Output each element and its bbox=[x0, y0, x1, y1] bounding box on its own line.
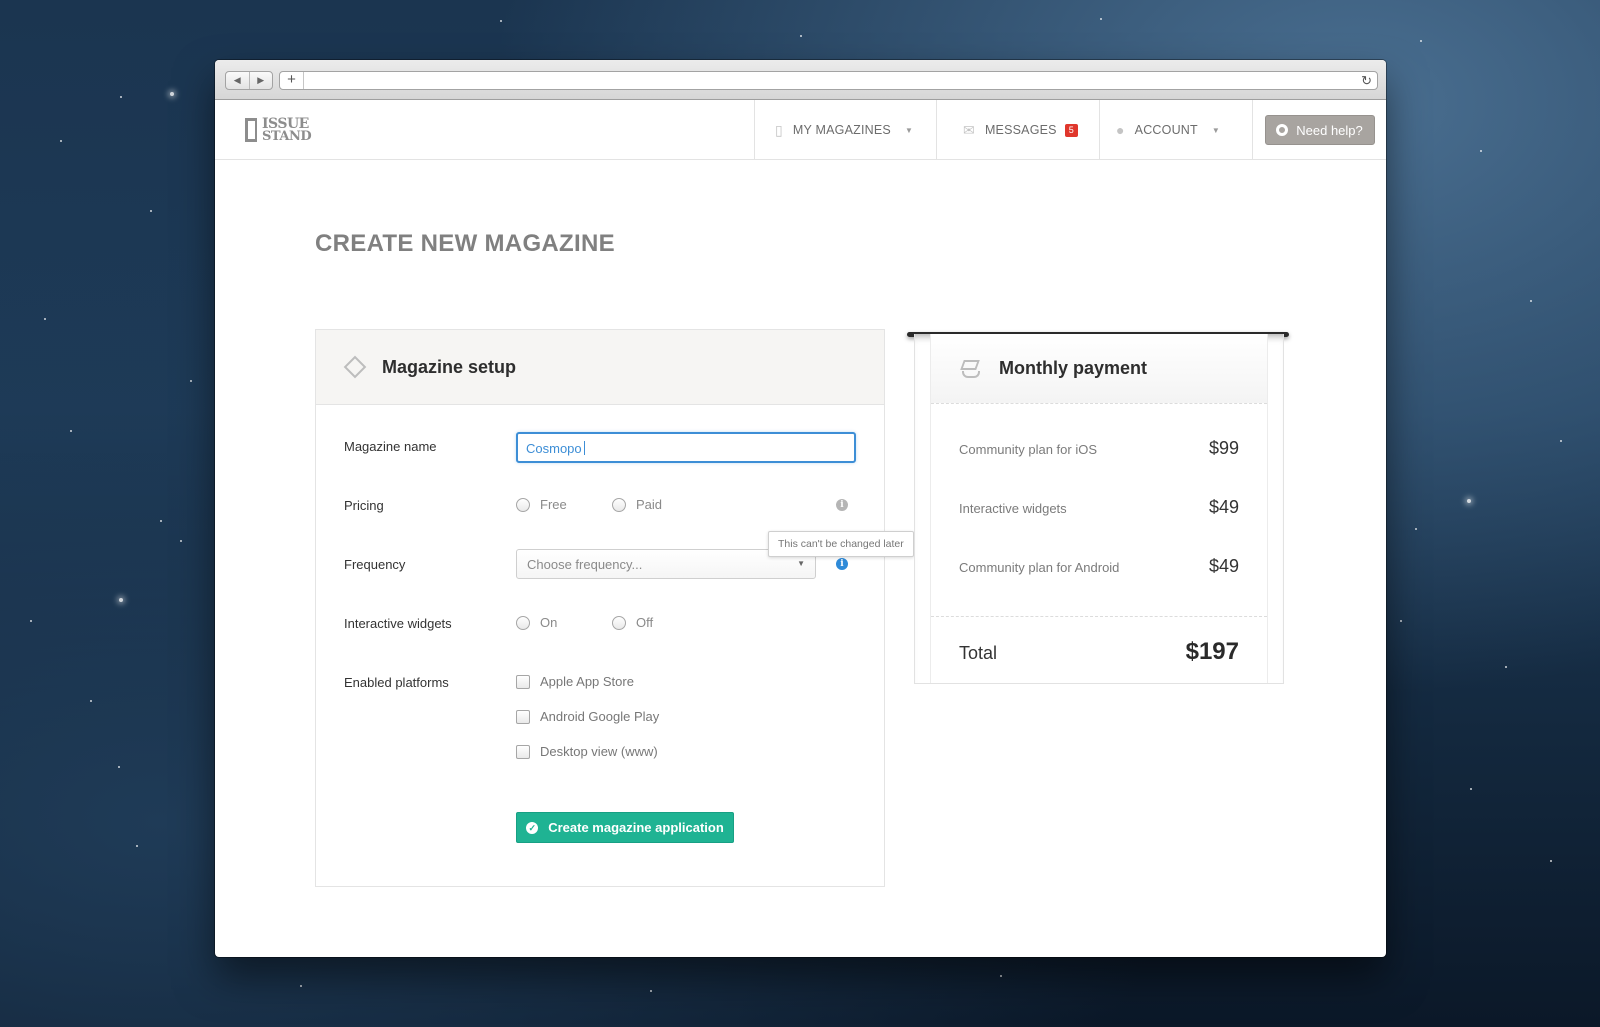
issuestand-logo[interactable]: ISSUE STAND bbox=[245, 116, 319, 144]
pricing-paid-label: Paid bbox=[636, 497, 663, 512]
widgets-on-radio[interactable]: On bbox=[516, 615, 557, 630]
text-cursor bbox=[583, 441, 585, 455]
frequency-info-icon[interactable]: i bbox=[836, 558, 848, 570]
pricing-free-radio[interactable]: Free bbox=[516, 497, 567, 512]
interactive-widgets-label: Interactive widgets bbox=[344, 616, 452, 631]
need-help-label: Need help? bbox=[1296, 122, 1363, 138]
setup-panel-title: Magazine setup bbox=[382, 356, 517, 377]
pricing-paid-radio[interactable]: Paid bbox=[612, 497, 662, 512]
new-tab-icon[interactable]: + bbox=[280, 72, 304, 89]
user-icon: ● bbox=[1116, 122, 1125, 138]
envelope-icon: ✉ bbox=[963, 121, 975, 138]
pricing-free-label: Free bbox=[540, 497, 567, 512]
nav-account-label: ACCOUNT bbox=[1134, 123, 1198, 137]
lifebuoy-icon bbox=[1276, 124, 1289, 136]
widgets-on-label: On bbox=[540, 615, 558, 630]
app-header: ISSUE STAND ▯ MY MAGAZINES ▼ ✉ MESSAGES … bbox=[215, 100, 1386, 160]
page-title: CREATE NEW MAGAZINE bbox=[315, 230, 615, 257]
tag-icon bbox=[343, 355, 367, 379]
platform-apple-label: Apple App Store bbox=[540, 674, 634, 689]
pricing-label: Pricing bbox=[344, 498, 384, 513]
browser-window: ◀ ▶ + ↻ ISSUE STAND ▯ MY MAGAZINES ▼ ✉ M… bbox=[215, 60, 1386, 957]
back-arrow-icon[interactable]: ◀ bbox=[226, 72, 249, 89]
payment-total-row: Total $197 bbox=[959, 638, 1239, 666]
forward-arrow-icon[interactable]: ▶ bbox=[248, 72, 273, 89]
payment-total-amount: $197 bbox=[1185, 638, 1239, 665]
create-magazine-label: Create magazine application bbox=[548, 820, 724, 835]
payment-item-label: Interactive widgets bbox=[959, 501, 1067, 516]
frequency-label: Frequency bbox=[344, 557, 406, 572]
total-divider bbox=[931, 616, 1267, 617]
platform-apple-checkbox[interactable]: Apple App Store bbox=[516, 674, 659, 689]
magazine-name-field[interactable]: Cosmopo bbox=[516, 432, 856, 463]
platform-desktop-checkbox[interactable]: Desktop view (www) bbox=[516, 744, 659, 759]
payment-line-item: Interactive widgets $49 bbox=[959, 497, 1239, 518]
need-help-button[interactable]: Need help? bbox=[1264, 115, 1375, 145]
widgets-off-radio[interactable]: Off bbox=[612, 615, 653, 630]
nav-messages-label: MESSAGES bbox=[984, 123, 1057, 137]
top-navigation: ▯ MY MAGAZINES ▼ ✉ MESSAGES 5 ● ACCOUNT … bbox=[754, 100, 1386, 160]
history-buttons: ◀ ▶ bbox=[225, 71, 273, 90]
check-circle-icon: ✓ bbox=[526, 821, 539, 834]
logo-mark-icon bbox=[245, 118, 257, 142]
magazine-name-input[interactable]: Cosmopo bbox=[516, 432, 856, 463]
address-bar[interactable]: + ↻ bbox=[279, 71, 1378, 90]
payment-item-amount: $49 bbox=[1208, 556, 1239, 576]
nav-my-magazines-label: MY MAGAZINES bbox=[792, 123, 891, 137]
help-container: Need help? bbox=[1252, 100, 1386, 160]
widgets-off-label: Off bbox=[636, 615, 654, 630]
payment-item-amount: $99 bbox=[1208, 438, 1239, 458]
payment-panel-header: Monthly payment bbox=[931, 334, 1267, 404]
payment-panel-title: Monthly payment bbox=[999, 358, 1148, 378]
payment-item-amount: $49 bbox=[1208, 497, 1239, 517]
payment-item-label: Community plan for iOS bbox=[959, 442, 1097, 457]
nav-my-magazines[interactable]: ▯ MY MAGAZINES ▼ bbox=[754, 100, 936, 160]
pricing-options: Free Paid i bbox=[516, 497, 856, 517]
magazine-name-value: Cosmopo bbox=[526, 441, 582, 456]
nav-messages[interactable]: ✉ MESSAGES 5 bbox=[936, 100, 1099, 160]
chevron-down-icon: ▼ bbox=[1211, 125, 1220, 135]
payment-item-label: Community plan for Android bbox=[959, 560, 1120, 575]
platform-android-label: Android Google Play bbox=[540, 709, 660, 724]
graduation-cap-icon bbox=[959, 359, 983, 379]
enabled-platforms-label: Enabled platforms bbox=[344, 675, 449, 690]
nav-account[interactable]: ● ACCOUNT ▼ bbox=[1099, 100, 1252, 160]
logo-text-line2: STAND bbox=[262, 129, 312, 144]
chevron-down-icon: ▼ bbox=[797, 559, 805, 568]
widgets-options: On Off bbox=[516, 615, 856, 635]
frequency-placeholder: Choose frequency... bbox=[527, 557, 643, 572]
platform-desktop-label: Desktop view (www) bbox=[540, 744, 658, 759]
document-stack-icon: ▯ bbox=[775, 121, 783, 138]
payment-line-item: Community plan for Android $49 bbox=[959, 556, 1239, 577]
pricing-info-icon[interactable]: i bbox=[836, 499, 848, 511]
platform-android-checkbox[interactable]: Android Google Play bbox=[516, 709, 659, 724]
payment-total-label: Total bbox=[959, 643, 998, 663]
browser-toolbar: ◀ ▶ + ↻ bbox=[215, 60, 1386, 100]
magazine-name-label: Magazine name bbox=[344, 439, 437, 454]
frequency-tooltip: This can't be changed later bbox=[768, 531, 914, 557]
reload-icon[interactable]: ↻ bbox=[1361, 73, 1372, 89]
messages-count-badge: 5 bbox=[1064, 123, 1078, 137]
chevron-down-icon: ▼ bbox=[904, 125, 914, 135]
create-magazine-button[interactable]: ✓ Create magazine application bbox=[516, 812, 734, 843]
setup-panel-header: Magazine setup bbox=[316, 330, 884, 405]
monthly-payment-panel: Monthly payment Community plan for iOS $… bbox=[914, 334, 1284, 684]
payment-line-item: Community plan for iOS $99 bbox=[959, 438, 1239, 459]
platforms-options: Apple App Store Android Google Play Desk… bbox=[516, 674, 659, 759]
magazine-setup-panel: Magazine setup Magazine name Cosmopo Pri… bbox=[315, 329, 885, 887]
receipt-body: Monthly payment Community plan for iOS $… bbox=[930, 334, 1268, 683]
